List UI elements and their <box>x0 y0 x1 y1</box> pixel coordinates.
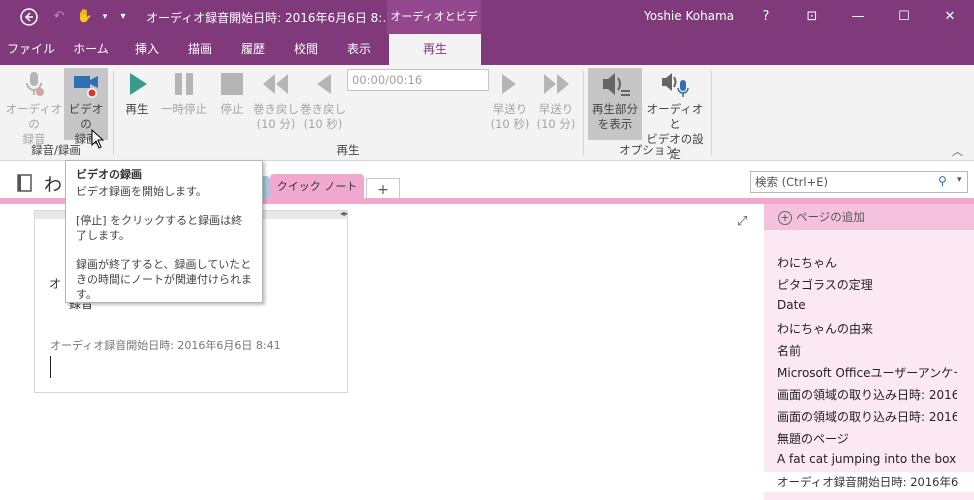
record-audio-label-1: オーディオの <box>5 102 63 131</box>
undo-icon[interactable]: ↶ <box>50 8 68 26</box>
window-title: オーディオ録音開始日時: 2016年6月6日 8:… <box>146 11 395 25</box>
note-text-line1[interactable]: オ <box>49 275 61 292</box>
tooltip-paragraph-1: [停止] をクリックすると録画は終了します。 <box>76 214 243 242</box>
help-button[interactable]: ? <box>743 0 789 34</box>
pause-button[interactable]: 一時停止 <box>158 68 210 117</box>
playback-time-field: 00:00/00:16 <box>347 69 489 91</box>
expand-icon[interactable]: ⤢ <box>737 214 747 229</box>
forward-10min-button[interactable]: 早送り (10 分) <box>533 68 579 132</box>
speaker-microphone-icon <box>659 68 691 100</box>
forward-10min-label-2: (10 分) <box>536 117 576 131</box>
group-label-playback: 再生 <box>336 143 360 157</box>
play-icon <box>121 68 153 100</box>
pause-icon <box>168 68 200 100</box>
rewind-10sec-label-2: (10 秒) <box>303 117 343 131</box>
mouse-pointer-icon <box>91 128 105 152</box>
page-item[interactable]: 画面の領域の取り込み日時: 2016/ <box>777 408 957 425</box>
tab-insert[interactable]: 挿入 <box>120 34 174 65</box>
page-item[interactable]: ピタゴラスの定理 <box>777 276 957 293</box>
audio-video-settings-label-1: オーディオと <box>646 102 704 131</box>
rewind-icon <box>260 68 292 100</box>
page-item[interactable]: Date <box>777 298 957 312</box>
forward-10sec-button[interactable]: 早送り (10 秒) <box>489 68 531 132</box>
video-camera-icon <box>70 68 102 100</box>
add-page-label: ページの追加 <box>796 210 865 224</box>
title-bar: ↶ ✋ ▾ ▾ オーディオ録音開始日時: 2016年6月6日 8:… オーディオ… <box>0 0 974 57</box>
ribbon-display-options-icon[interactable]: ⊡ <box>789 0 835 34</box>
record-audio-button[interactable]: オーディオの 録音 <box>4 68 64 147</box>
rewind-10sec-button[interactable]: 巻き戻し (10 秒) <box>300 68 346 132</box>
ribbon: オーディオの 録音 ビデオの 録画 録音/録画 再生 一時停止 停止 巻き戻し … <box>0 65 974 161</box>
text-cursor <box>50 356 51 378</box>
rewind-10min-button[interactable]: 巻き戻し (10 分) <box>253 68 299 132</box>
rewind-10min-label-1: 巻き戻し <box>253 102 299 116</box>
page-item-selected[interactable]: オーディオ録音開始日時: 2016年6 <box>764 472 974 492</box>
notebook-name[interactable]: わ <box>44 171 62 197</box>
tooltip-title: ビデオの録画 <box>76 168 142 181</box>
play-button[interactable]: 再生 <box>120 68 154 117</box>
group-separator <box>711 71 712 155</box>
tab-home[interactable]: ホーム <box>62 34 120 65</box>
chevron-down-icon[interactable]: ▾ <box>96 8 114 26</box>
context-tab-audio-video: オーディオとビデオ <box>387 0 481 57</box>
page-item[interactable]: 画面の領域の取り込み日時: 2016/ <box>777 386 957 403</box>
user-name[interactable]: Yoshie Kohama <box>644 9 734 23</box>
see-playback-button[interactable]: 再生部分 を表示 <box>588 68 642 140</box>
stop-icon <box>216 68 248 100</box>
back-icon[interactable] <box>20 8 38 26</box>
customize-toolbar-icon[interactable]: ▾ <box>114 8 132 26</box>
forward-10min-label-1: 早送り <box>538 102 574 116</box>
collapse-ribbon-icon[interactable]: ︿ <box>952 143 963 159</box>
tooltip-description: ビデオ録画を開始します。 <box>76 185 207 198</box>
recording-timestamp: オーディオ録音開始日時: 2016年6月6日 8:41 <box>50 339 281 352</box>
add-page-button[interactable]: + ページの追加 <box>764 204 974 230</box>
close-button[interactable]: ✕ <box>927 0 973 34</box>
add-circle-icon: + <box>778 211 792 225</box>
touch-mode-icon[interactable]: ✋ <box>76 8 94 26</box>
speaker-list-icon <box>599 68 631 100</box>
see-playback-label-2: を表示 <box>597 117 633 131</box>
pause-label: 一時停止 <box>161 102 207 116</box>
page-item[interactable]: 無題のページ <box>777 430 957 447</box>
tab-draw[interactable]: 描画 <box>174 34 226 65</box>
forward-small-icon <box>494 68 526 100</box>
see-playback-label-1: 再生部分 <box>592 102 638 116</box>
tab-file[interactable]: ファイル <box>0 34 62 65</box>
tab-view[interactable]: 表示 <box>332 34 386 65</box>
page-item[interactable]: わにちゃんの由来 <box>777 320 957 337</box>
rewind-10sec-label-1: 巻き戻し <box>300 102 346 116</box>
group-label-options: オプション <box>619 143 677 157</box>
fast-forward-icon <box>540 68 572 100</box>
play-label: 再生 <box>125 102 149 116</box>
notebook-icon[interactable] <box>16 174 34 195</box>
page-item[interactable]: A fat cat jumping into the box <box>777 452 957 466</box>
page-item[interactable]: Microsoft Officeユーザーアンケート <box>777 364 957 381</box>
section-tab-quick-notes[interactable]: クイック ノート <box>270 174 364 200</box>
microphone-icon <box>18 68 50 100</box>
page-item[interactable]: わにちゃん <box>777 254 957 271</box>
page-item[interactable]: 名前 <box>777 342 957 359</box>
maximize-button[interactable]: ☐ <box>881 0 927 34</box>
forward-10sec-label-2: (10 秒) <box>490 117 530 131</box>
tooltip-record-video: ビデオの録画 ビデオ録画を開始します。 [停止] をクリックすると録画は終了しま… <box>65 160 263 303</box>
forward-10sec-label-1: 早送り <box>492 102 528 116</box>
search-input[interactable]: 検索 (Ctrl+E) <box>750 171 968 193</box>
tab-review[interactable]: 校閲 <box>280 34 332 65</box>
rewind-small-icon <box>307 68 339 100</box>
tooltip-paragraph-2: 録画が終了すると、録画していたときの時間にノートが関連付けられます。 <box>76 258 252 301</box>
stop-button[interactable]: 停止 <box>215 68 249 117</box>
tab-history[interactable]: 履歴 <box>226 34 280 65</box>
tab-playback[interactable]: 再生 <box>389 34 481 65</box>
ribbon-tabs: ファイル ホーム 挿入 描画 履歴 校閲 表示 再生 <box>0 34 974 65</box>
search-icon[interactable]: ⚲ <box>938 174 947 188</box>
stop-label: 停止 <box>220 102 244 116</box>
chevron-down-icon[interactable]: ▾ <box>957 175 962 185</box>
rewind-10min-label-2: (10 分) <box>256 117 296 131</box>
minimize-button[interactable]: — <box>835 0 881 34</box>
record-video-label-1: ビデオの <box>68 102 104 131</box>
resize-handle-icon[interactable]: ◂▸ <box>340 209 348 218</box>
add-section-button[interactable]: + <box>366 178 400 200</box>
